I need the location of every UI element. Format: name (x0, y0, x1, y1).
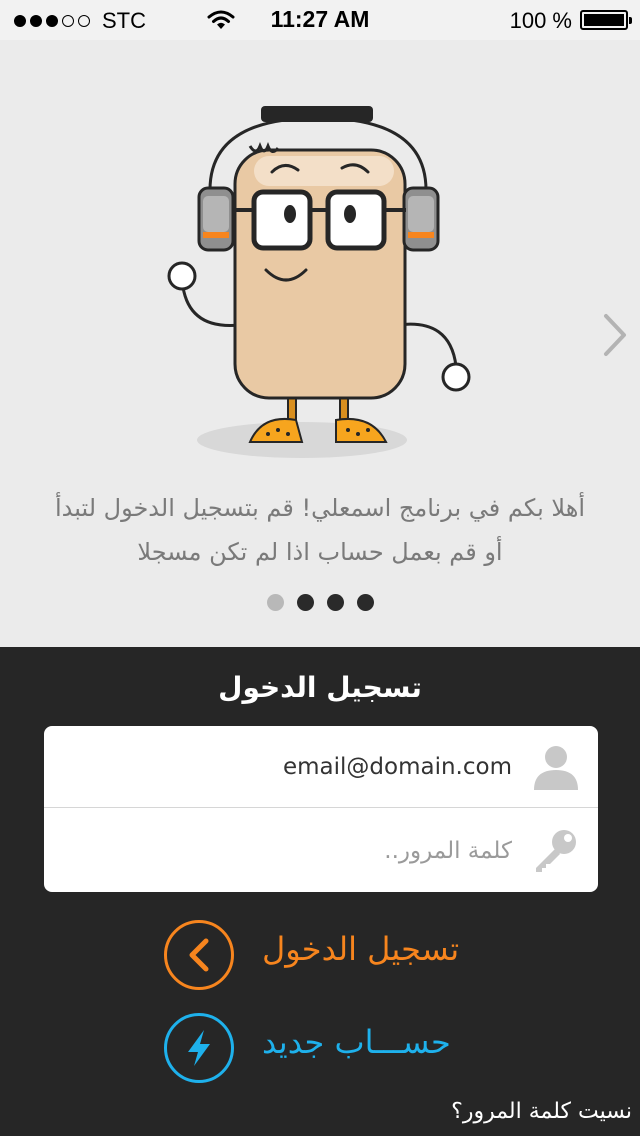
email-field-row (44, 726, 598, 808)
battery-percent: 100 % (509, 8, 572, 33)
key-icon (536, 830, 576, 872)
status-bar: STC 11:27 AM 100 % (0, 0, 640, 40)
register-button[interactable]: حســـاب جديد (164, 1013, 450, 1083)
user-icon (534, 746, 578, 790)
chevron-right-icon[interactable] (600, 312, 630, 358)
password-field-row (44, 810, 598, 892)
page-dot[interactable] (296, 594, 314, 611)
forgot-password-link[interactable]: نسيت كلمة المرور؟ (451, 1099, 632, 1124)
email-field[interactable] (64, 746, 512, 788)
signin-label[interactable]: تسجيل الدخول (262, 930, 459, 968)
signin-circle[interactable] (164, 920, 234, 990)
login-panel: تسجيل الدخول تسجيل الدخول (0, 647, 640, 1136)
headphones-mascot-illustration (167, 106, 471, 458)
password-field[interactable] (64, 830, 512, 872)
register-circle[interactable] (164, 1013, 234, 1083)
register-label[interactable]: حســـاب جديد (262, 1023, 451, 1061)
welcome-line-1: أهلا بكم في برنامج اسمعلي! قم بتسجيل الد… (54, 494, 586, 522)
page-dot[interactable] (356, 594, 374, 611)
signin-button[interactable]: تسجيل الدخول (164, 920, 459, 990)
chevron-left-icon (189, 938, 209, 972)
battery-icon (580, 10, 632, 30)
welcome-text: أهلا بكم في برنامج اسمعلي! قم بتسجيل الد… (30, 486, 610, 574)
lightning-icon (188, 1030, 210, 1066)
page-indicator[interactable] (0, 594, 640, 611)
page-dot[interactable] (326, 594, 344, 611)
login-form (44, 726, 598, 892)
onboarding-carousel[interactable]: أهلا بكم في برنامج اسمعلي! قم بتسجيل الد… (0, 40, 640, 647)
page-dot[interactable] (266, 594, 284, 611)
welcome-line-2: أو قم بعمل حساب اذا لم تكن مسجلا (137, 538, 503, 566)
login-title: تسجيل الدخول (218, 671, 422, 704)
